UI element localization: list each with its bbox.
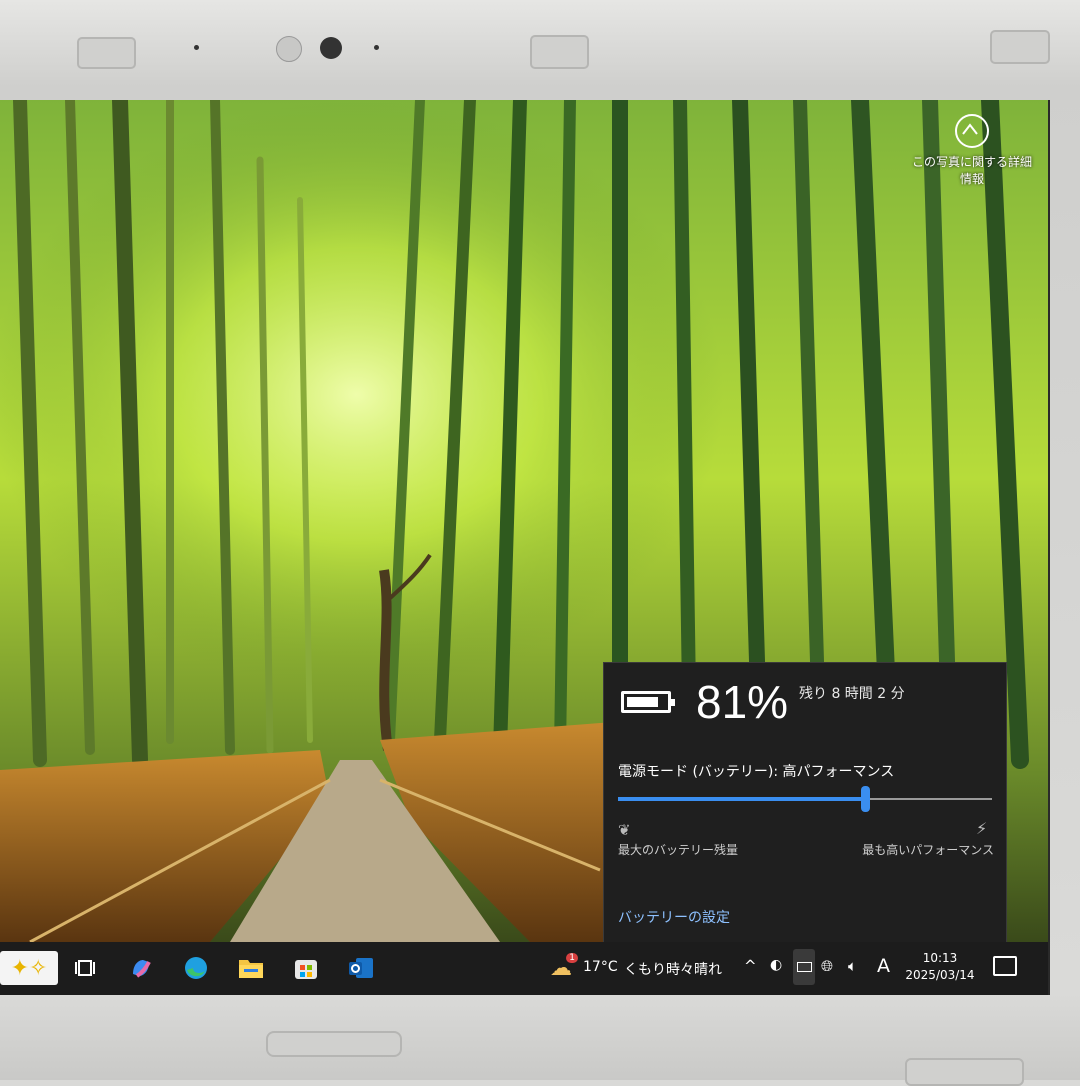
bezel-hinge-center: [266, 1031, 402, 1057]
taskbar: ✦✧ ☁ 1 17°C くもり時々晴れ ^ ◐ 🌐︎ 🔈︎ A 10:13 20…: [0, 942, 1048, 995]
mic-dot-right: [374, 45, 379, 50]
slider-fill: [618, 797, 865, 801]
slider-right-label: 最も高いパフォーマンス: [862, 843, 994, 857]
battery-level-fill: [627, 697, 658, 707]
slider-left-label: 最大のバッテリー残量: [618, 843, 739, 857]
weather-description[interactable]: くもり時々晴れ: [624, 959, 722, 979]
edge-icon[interactable]: [179, 951, 213, 985]
copilot-icon[interactable]: ✦✧: [0, 951, 58, 985]
power-mode-label: 電源モード (バッテリー): 高パフォーマンス: [618, 764, 895, 780]
task-view-icon[interactable]: [68, 951, 102, 985]
battery-percent: 81%: [696, 676, 789, 728]
photo-info-label: この写真に関する詳細情報: [912, 155, 1033, 186]
photo-info-button[interactable]: この写真に関する詳細情報: [912, 114, 1032, 188]
bezel-latch-left: [77, 37, 136, 69]
weather-temperature[interactable]: 17°C: [583, 959, 618, 975]
globe-network-icon[interactable]: 🌐︎: [821, 957, 833, 975]
webcam-sensor: [276, 36, 302, 62]
screen: この写真に関する詳細情報 81% 残り 8 時間 2 分 電源モード (バッテリ…: [0, 100, 1050, 995]
battery-settings-link[interactable]: バッテリーの設定: [618, 907, 730, 927]
slider-thumb[interactable]: [860, 786, 870, 812]
notification-icon[interactable]: [993, 956, 1017, 976]
file-explorer-icon[interactable]: [234, 951, 268, 985]
bezel-latch-right: [990, 30, 1050, 64]
bezel-hinge-right: [905, 1058, 1024, 1086]
clock[interactable]: 10:13 2025/03/14: [900, 950, 980, 984]
webcam-lens: [320, 37, 342, 59]
battery-saver-leaf-icon: ❦: [618, 821, 631, 839]
camera-lens-icon: [955, 114, 989, 148]
weather-badge: 1: [566, 953, 578, 963]
camera-icon[interactable]: ◐: [770, 957, 782, 973]
copilot-app-icon[interactable]: [124, 951, 158, 985]
battery-icon: [621, 691, 675, 713]
battery-tray-icon[interactable]: [793, 949, 815, 985]
mic-dot-left: [194, 45, 199, 50]
bezel-latch-center: [530, 35, 589, 69]
power-mode-slider[interactable]: [618, 786, 992, 812]
weather-widget-icon[interactable]: ☁ 1: [544, 951, 578, 985]
outlook-icon[interactable]: [344, 951, 378, 985]
microsoft-store-icon[interactable]: [289, 951, 323, 985]
performance-bolt-icon: ⚡: [976, 819, 988, 838]
battery-flyout: 81% 残り 8 時間 2 分 電源モード (バッテリー): 高パフォーマンス …: [603, 662, 1007, 944]
clock-date: 2025/03/14: [905, 968, 975, 982]
ime-indicator[interactable]: A: [877, 955, 890, 977]
battery-time-remaining: 残り 8 時間 2 分: [799, 686, 905, 702]
clock-time: 10:13: [922, 951, 958, 965]
chevron-up-icon[interactable]: ^: [744, 957, 757, 975]
speaker-icon[interactable]: 🔈︎: [848, 957, 857, 975]
